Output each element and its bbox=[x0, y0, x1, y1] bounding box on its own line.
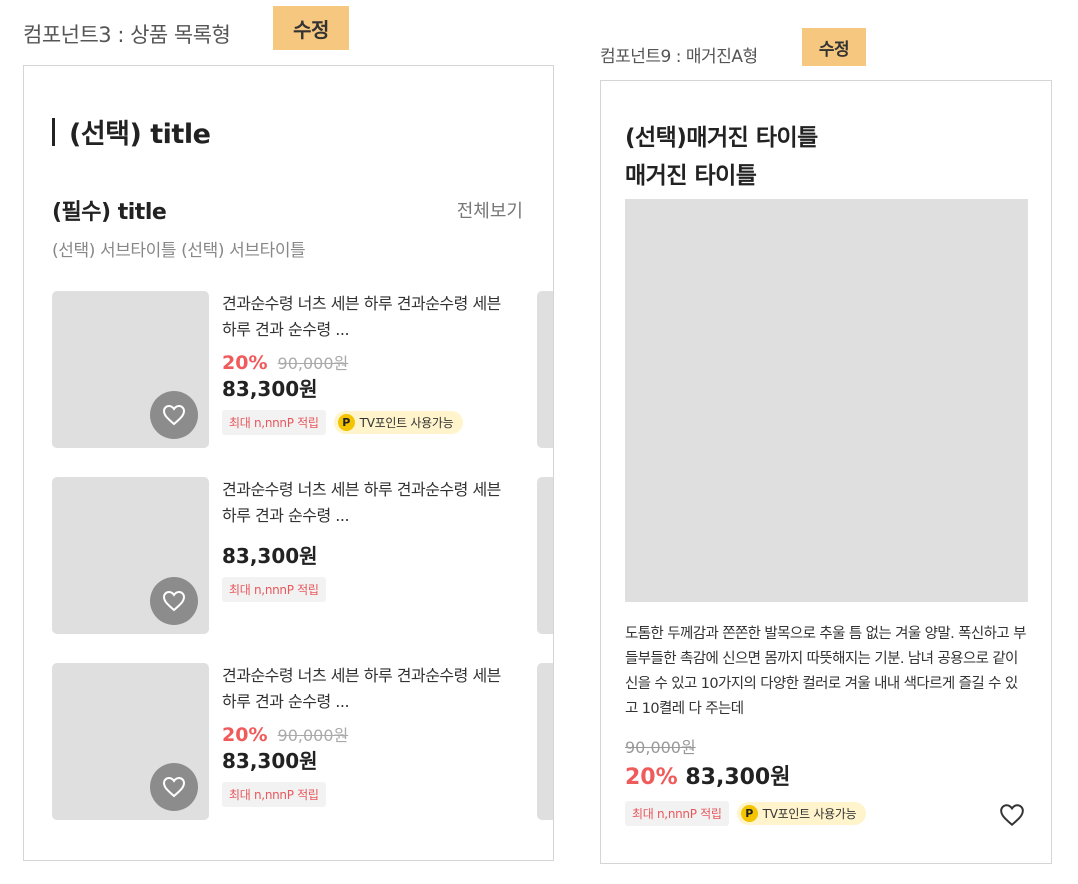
subtitle: (선택) 서브타이틀 (선택) 서브타이틀 bbox=[52, 241, 306, 261]
optional-title: (선택) title bbox=[52, 112, 211, 151]
discount-rate: 20% bbox=[625, 765, 678, 790]
title-bar bbox=[52, 117, 55, 146]
next-item-peek bbox=[537, 663, 553, 820]
sale-price: 83,300원 bbox=[222, 377, 318, 401]
product-name[interactable]: 견과순수령 너츠 세븐 하루 견과순수령 세븐 하루 견과 순수령 ... bbox=[222, 663, 512, 715]
point-badge: 최대 n,nnnP 적립 bbox=[222, 577, 326, 602]
wishlist-button[interactable] bbox=[150, 577, 198, 625]
heart-icon bbox=[162, 776, 186, 798]
product-thumbnail[interactable] bbox=[52, 291, 209, 448]
product-thumbnail[interactable] bbox=[52, 663, 209, 820]
heart-icon bbox=[162, 590, 186, 612]
product-list-panel: (선택) title (필수) title 전체보기 (선택) 서브타이틀 (선… bbox=[23, 65, 554, 861]
discount-rate: 20% bbox=[222, 352, 268, 374]
point-badge: 최대 n,nnnP 적립 bbox=[625, 801, 729, 826]
product-name[interactable]: 견과순수령 너츠 세븐 하루 견과순수령 세븐 하루 견과 순수령 ... bbox=[222, 291, 512, 343]
magazine-title: (선택)매거진 타이틀 매거진 타이틀 bbox=[625, 119, 818, 195]
tv-point-badge: P TV포인트 사용가능 bbox=[736, 802, 867, 825]
wishlist-button[interactable] bbox=[150, 391, 198, 439]
magazine-title-main: 매거진 타이틀 bbox=[625, 163, 757, 189]
next-item-peek bbox=[537, 291, 553, 448]
original-price: 90,000원 bbox=[625, 738, 696, 757]
sale-price: 83,300원 bbox=[222, 749, 318, 773]
sale-price: 83,300원 bbox=[685, 765, 791, 790]
point-badge: 최대 n,nnnP 적립 bbox=[222, 410, 326, 435]
product-name[interactable]: 견과순수령 너츠 세븐 하루 견과순수령 세븐 하루 견과 순수령 ... bbox=[222, 477, 512, 529]
point-p-icon: P bbox=[740, 805, 758, 822]
magazine-title-optional: (선택)매거진 타이틀 bbox=[625, 125, 818, 151]
product-thumbnail[interactable] bbox=[52, 477, 209, 634]
heart-icon bbox=[1000, 804, 1024, 827]
wishlist-button[interactable] bbox=[999, 803, 1025, 831]
original-price: 90,000원 bbox=[277, 354, 349, 373]
required-title: (필수) title bbox=[52, 200, 167, 225]
tv-point-badge: P TV포인트 사용가능 bbox=[333, 411, 464, 434]
price-line: 20% 83,300원 bbox=[625, 759, 790, 791]
product-item[interactable]: 견과순수령 너츠 세븐 하루 견과순수령 세븐 하루 견과 순수령 ... 20… bbox=[52, 291, 532, 449]
product-item[interactable]: 견과순수령 너츠 세븐 하루 견과순수령 세븐 하루 견과 순수령 ... 20… bbox=[52, 663, 532, 821]
component3-label: 컴포넌트3 : 상품 목록형 bbox=[23, 23, 231, 47]
next-item-peek bbox=[537, 477, 553, 634]
discount-rate: 20% bbox=[222, 724, 268, 746]
product-item[interactable]: 견과순수령 너츠 세븐 하루 견과순수령 세븐 하루 견과 순수령 ... 83… bbox=[52, 477, 532, 635]
component9-label: 컴포넌트9 : 매거진A형 bbox=[600, 47, 758, 67]
component3-edit-button[interactable]: 수정 bbox=[273, 6, 349, 50]
magazine-image[interactable] bbox=[625, 199, 1028, 602]
view-all-link[interactable]: 전체보기 bbox=[457, 197, 523, 223]
optional-title-text: (선택) title bbox=[69, 119, 211, 150]
tv-point-label: TV포인트 사용가능 bbox=[359, 416, 454, 430]
original-price: 90,000원 bbox=[277, 726, 349, 745]
component9-edit-button[interactable]: 수정 bbox=[802, 28, 866, 66]
wishlist-button[interactable] bbox=[150, 763, 198, 811]
magazine-description: 도톰한 두께감과 쫀쫀한 발목으로 추울 틈 없는 겨울 양말. 폭신하고 부들… bbox=[625, 626, 1026, 717]
sale-price: 83,300원 bbox=[222, 544, 318, 568]
heart-icon bbox=[162, 404, 186, 426]
tv-point-label: TV포인트 사용가능 bbox=[762, 807, 857, 821]
point-badge: 최대 n,nnnP 적립 bbox=[222, 782, 326, 807]
magazine-panel: (선택)매거진 타이틀 매거진 타이틀 도톰한 두께감과 쫀쫀한 발목으로 추울… bbox=[600, 80, 1052, 864]
point-p-icon: P bbox=[337, 414, 355, 431]
